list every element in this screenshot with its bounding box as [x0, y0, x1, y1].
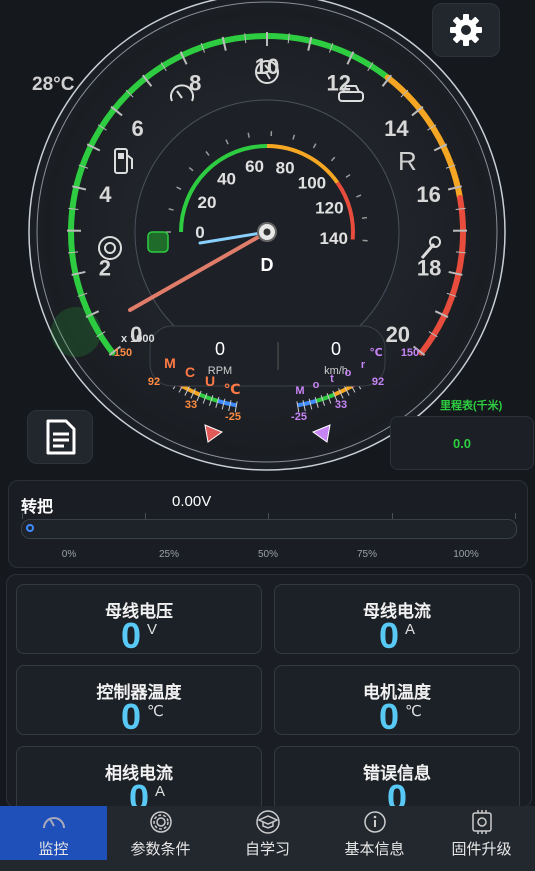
rpm-tick-label: 20: [386, 322, 410, 347]
speed-tick-label: 140: [320, 229, 348, 248]
mcu-temp-label: -25: [225, 411, 241, 423]
rpm-value: 0: [215, 339, 225, 359]
speed-tick-label: 40: [217, 170, 236, 189]
metric-unit: ℃: [405, 703, 422, 720]
odometer-value-box: 0.0: [390, 416, 534, 470]
gear-icon: [149, 811, 172, 833]
document-icon: [46, 419, 76, 455]
motor-label-char: r: [361, 359, 366, 371]
nav-label: 监控: [38, 841, 69, 858]
motor-temp-label: 92: [372, 376, 384, 388]
speed-tick-label: 20: [198, 193, 217, 212]
rpm-tick-label: 12: [326, 70, 350, 95]
metric-value: 0: [379, 696, 400, 737]
throttle-slider[interactable]: [21, 513, 517, 539]
speed-tick-label: 0: [195, 223, 204, 242]
nav-item-firmware-upgrade[interactable]: 固件升级: [428, 806, 535, 860]
metric-unit: V: [147, 621, 158, 638]
metric-card-motor-temp: 电机温度 0 ℃: [274, 665, 520, 737]
battery-indicator-icon: [147, 231, 169, 253]
throttle-tick-label: 100%: [453, 549, 479, 560]
motor-label-char: M: [295, 385, 304, 397]
rpm-tick-label: 8: [189, 70, 201, 95]
nav-item-monitor[interactable]: 监控: [0, 806, 107, 860]
motor-temp-label: -25: [291, 411, 307, 423]
rpm-tick-label: 16: [416, 182, 440, 207]
metric-value: 0: [387, 777, 408, 808]
throttle-value: 0.00V: [172, 493, 212, 510]
metric-value: 0: [121, 696, 142, 737]
throttle-tick-label: 25%: [158, 549, 180, 560]
metric-value: 0: [121, 615, 142, 656]
throttle-tick-label: 50%: [257, 549, 279, 560]
throttle-tick-label: 0%: [61, 549, 77, 560]
motor-label-char: o: [313, 379, 320, 391]
nav-label: 固件升级: [451, 841, 512, 858]
mcu-temp-label: 150: [114, 347, 132, 359]
throttle-panel: 转把 0.00V 0% 25% 50% 75% 100%: [8, 480, 528, 568]
metrics-panel: 母线电压 0 V 母线电流 0 A 控制器温度 0 ℃ 电机温度 0 ℃ 相线电…: [6, 574, 532, 808]
metric-value: 0: [129, 777, 150, 808]
metric-card-controller-temp: 控制器温度 0 ℃: [16, 665, 262, 737]
odometer-value: 0.0: [452, 435, 472, 451]
motor-label-char: o: [345, 367, 352, 379]
needle-hub-center: [263, 228, 271, 236]
temperature-readout: 28°C: [32, 74, 75, 95]
odometer-label: 里程表(千米): [440, 400, 503, 412]
rpm-zero-glow: [51, 307, 101, 357]
speed-tick-label: 80: [276, 159, 295, 178]
mcu-label-char: C: [185, 364, 195, 380]
mcu-label-char: U: [205, 373, 215, 389]
throttle-tick-label: 75%: [356, 549, 378, 560]
rpm-tick-label: 6: [132, 116, 144, 141]
mcu-temp-label: 33: [185, 399, 197, 411]
throttle-knob[interactable]: [26, 524, 34, 532]
metric-unit: ℃: [147, 703, 164, 720]
nav-label: 基本信息: [344, 841, 405, 858]
throttle-title: 转把: [21, 499, 54, 516]
motor-label-char: t: [330, 373, 334, 385]
firmware-chip-icon: [471, 810, 492, 834]
settings-button[interactable]: [432, 3, 500, 57]
metric-value: 0: [379, 615, 400, 656]
gear-icon: [450, 14, 482, 46]
mcu-temp-label: 92: [148, 376, 160, 388]
rpm-tick-label: 10: [255, 54, 279, 79]
nav-label: 自学习: [244, 841, 290, 858]
metric-card-phase-current: 相线电流 0 A: [16, 746, 262, 808]
rpm-tick-label: 4: [99, 182, 112, 207]
speed-tick-label: 100: [298, 173, 326, 192]
report-button[interactable]: [27, 410, 93, 464]
gauge-icon: [42, 817, 65, 829]
nav-item-basic-info[interactable]: 基本信息: [321, 806, 428, 860]
metric-card-bus-current: 母线电流 0 A: [274, 584, 520, 656]
nav-item-self-learning[interactable]: 自学习: [214, 806, 321, 860]
motor-temp-label: 33: [335, 399, 347, 411]
speed-tick: [247, 132, 250, 138]
rpm-tick-label: 2: [99, 256, 111, 281]
metric-unit: A: [405, 621, 416, 638]
speed-tick-label: 60: [245, 157, 264, 176]
info-icon: [363, 811, 386, 833]
bottom-nav: 监控 参数条件 自学习 基本信息 固件升级: [0, 806, 535, 871]
speed-tick: [361, 216, 368, 220]
mcu-label-char: ℃: [224, 381, 241, 397]
mcu-label-char: M: [164, 355, 176, 371]
metric-unit: A: [155, 783, 166, 800]
reverse-indicator: R: [398, 146, 417, 176]
nav-item-parameters[interactable]: 参数条件: [107, 806, 214, 860]
speed-value: 0: [331, 339, 341, 359]
rpm-tick-label: 14: [384, 116, 409, 141]
motor-label-char: ℃: [369, 347, 382, 359]
motor-temp-label: 150: [401, 347, 419, 359]
rpm-tick-label: 18: [417, 256, 441, 281]
rpm-tick-label: 0: [130, 322, 142, 347]
metric-card-bus-voltage: 母线电压 0 V: [16, 584, 262, 656]
nav-label: 参数条件: [130, 841, 191, 858]
graduation-cap-icon: [255, 810, 280, 834]
speed-tick-label: 120: [315, 199, 343, 218]
metric-card-error-info: 错误信息 0: [274, 746, 520, 808]
gear-indicator: D: [261, 255, 274, 275]
